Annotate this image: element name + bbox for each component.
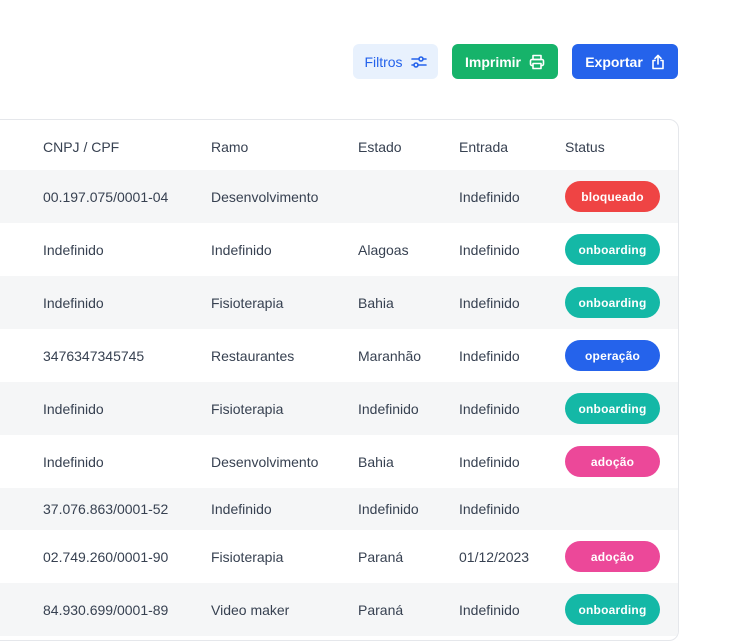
cell-estado: Maranhão: [358, 347, 422, 364]
header-estado: Estado: [358, 139, 402, 155]
status-badge: bloqueado: [565, 181, 660, 212]
cell-entrada: 01/12/2023: [459, 548, 530, 565]
cell-ramo: Fisioterapia: [211, 400, 284, 417]
cell-cnpj-cpf: 00.197.075/0001-04: [43, 188, 169, 205]
status-badge: onboarding: [565, 287, 660, 318]
cell-estado: Bahia: [358, 453, 394, 470]
cell-estado: Paraná: [358, 601, 404, 618]
cell-estado: Paraná: [358, 548, 404, 565]
table-row[interactable]: 37.076.863/0001-52 Indefinido Indefinido…: [0, 488, 678, 530]
cell-estado: Indefinido: [358, 501, 419, 517]
cell-cnpj-cpf: 37.076.863/0001-52: [43, 501, 169, 517]
cell-cnpj-cpf: Indefinido: [43, 400, 104, 417]
cell-cnpj-cpf: 84.930.699/0001-89: [43, 601, 169, 618]
table-row[interactable]: Indefinido Fisioterapia Indefinido Indef…: [0, 382, 678, 435]
cell-entrada: Indefinido: [459, 501, 520, 517]
cell-estado: Indefinido: [358, 400, 419, 417]
table-row[interactable]: Indefinido Indefinido Alagoas Indefinido…: [0, 223, 678, 276]
cell-entrada: Indefinido: [459, 601, 520, 618]
cell-cnpj-cpf: 3476347345745: [43, 347, 145, 364]
status-badge: adoção: [565, 446, 660, 477]
status-badge: onboarding: [565, 234, 660, 265]
cell-cnpj-cpf: 02.749.260/0001-90: [43, 548, 169, 565]
printer-icon: [529, 54, 545, 70]
cell-entrada: Indefinido: [459, 294, 520, 311]
table-row[interactable]: Indefinido Fisioterapia Bahia Indefinido…: [0, 276, 678, 329]
table-header: CNPJ / CPF Ramo Estado Entrada Status: [0, 120, 678, 170]
table-row[interactable]: 84.930.699/0001-89 Video maker Paraná In…: [0, 583, 678, 636]
header-ramo: Ramo: [211, 139, 249, 155]
cell-estado: Bahia: [358, 294, 394, 311]
cell-ramo: Fisioterapia: [211, 294, 284, 311]
table-row[interactable]: 3476347345745 Restaurantes Maranhão Inde…: [0, 329, 678, 382]
cell-ramo: Video maker: [211, 601, 290, 618]
cell-estado: Alagoas: [358, 241, 409, 258]
clients-table: CNPJ / CPF Ramo Estado Entrada Status 00…: [0, 119, 679, 641]
table-row[interactable]: 02.749.260/0001-90 Fisioterapia Paraná 0…: [0, 530, 678, 583]
filters-button[interactable]: Filtros: [353, 44, 438, 79]
cell-entrada: Indefinido: [459, 347, 520, 364]
print-button[interactable]: Imprimir: [452, 44, 558, 79]
cell-cnpj-cpf: Indefinido: [43, 294, 104, 311]
header-status: Status: [565, 139, 605, 155]
cell-cnpj-cpf: Indefinido: [43, 241, 104, 258]
print-button-label: Imprimir: [464, 53, 521, 70]
filters-button-label: Filtros: [364, 53, 403, 70]
cell-ramo: Fisioterapia: [211, 548, 284, 565]
cell-ramo: Desenvolvimento: [211, 453, 319, 470]
cell-ramo: Indefinido: [211, 501, 272, 517]
status-badge: operação: [565, 340, 660, 371]
table-row[interactable]: 00.197.075/0001-04 Desenvolvimento Indef…: [0, 170, 678, 223]
toolbar: Filtros Imprimir Exportar: [353, 44, 678, 79]
header-cnpj-cpf: CNPJ / CPF: [43, 139, 120, 155]
sliders-icon: [410, 55, 427, 69]
cell-entrada: Indefinido: [459, 188, 520, 205]
share-upload-icon: [651, 54, 665, 70]
export-button-label: Exportar: [585, 53, 643, 70]
cell-entrada: Indefinido: [459, 241, 520, 258]
status-badge: onboarding: [565, 594, 660, 625]
status-badge: onboarding: [565, 393, 660, 424]
cell-ramo: Indefinido: [211, 241, 272, 258]
cell-cnpj-cpf: Indefinido: [43, 453, 104, 470]
cell-ramo: Desenvolvimento: [211, 188, 319, 205]
export-button[interactable]: Exportar: [572, 44, 678, 79]
cell-entrada: Indefinido: [459, 453, 520, 470]
cell-entrada: Indefinido: [459, 400, 520, 417]
status-badge: adoção: [565, 541, 660, 572]
cell-ramo: Restaurantes: [211, 347, 295, 364]
table-row[interactable]: Indefinido Desenvolvimento Bahia Indefin…: [0, 435, 678, 488]
header-entrada: Entrada: [459, 139, 509, 155]
